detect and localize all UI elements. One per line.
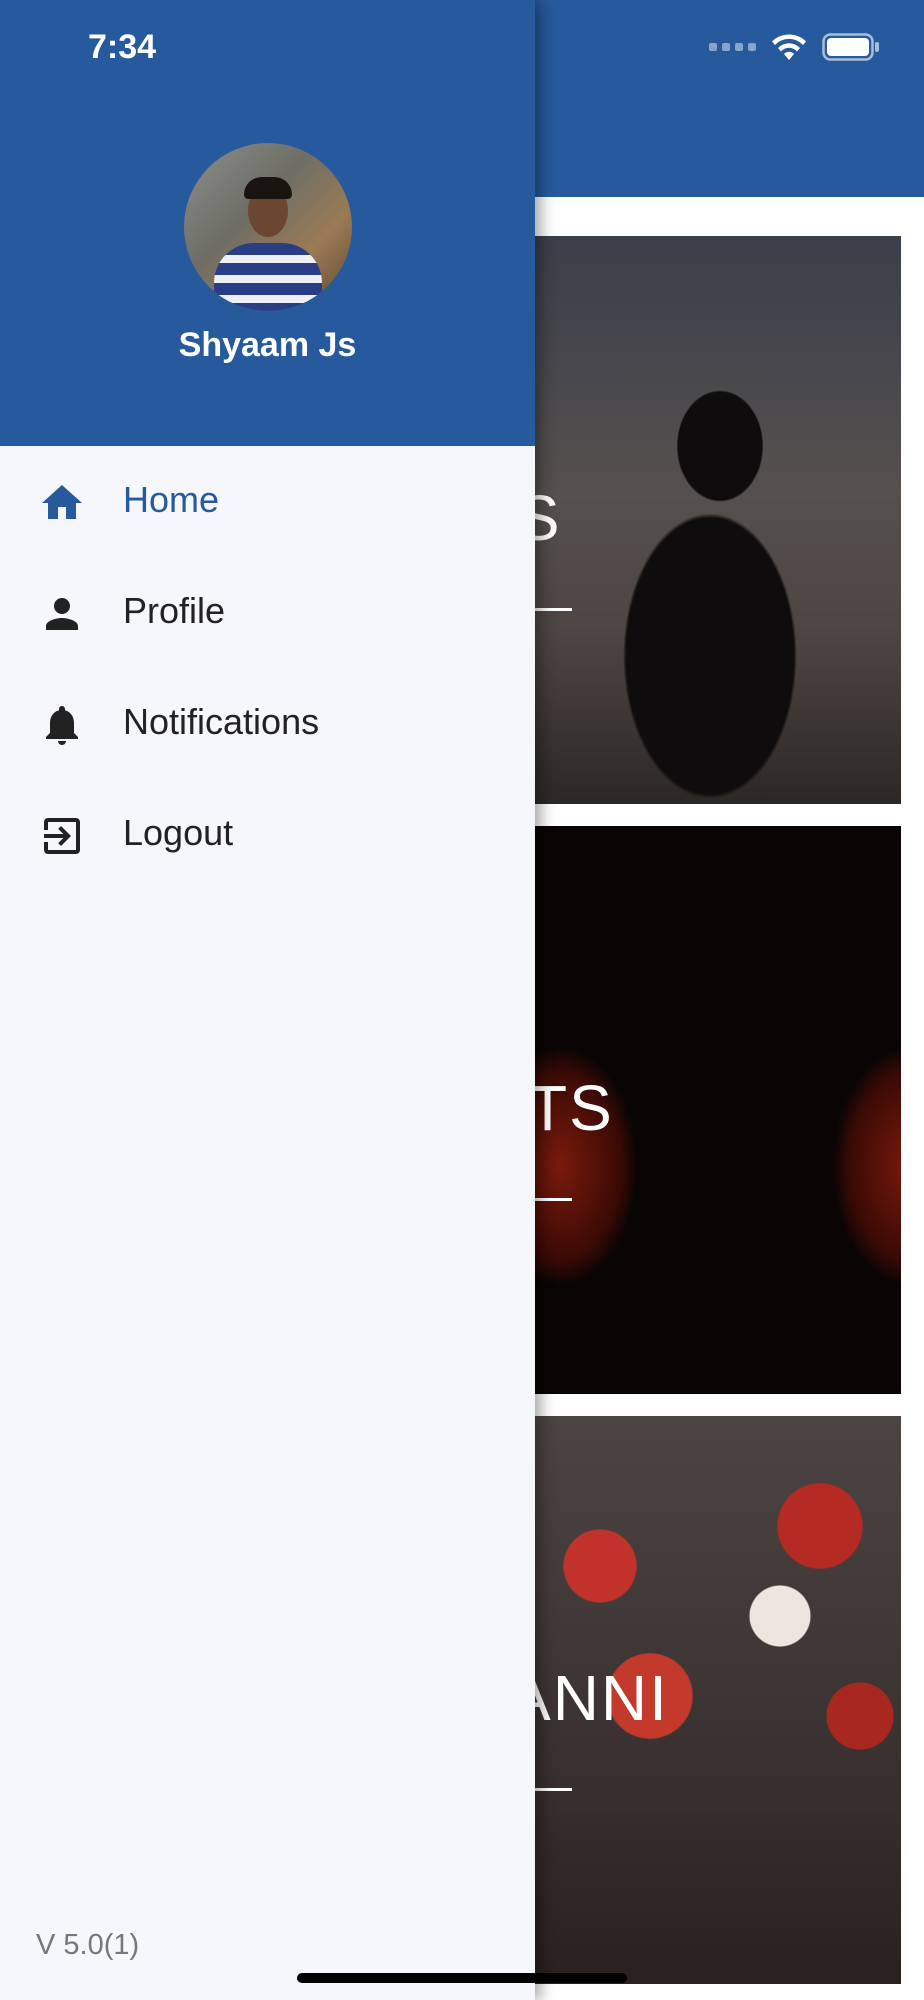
menu-item-label: Notifications (123, 701, 320, 742)
user-name: Shyaam Js (178, 326, 357, 364)
menu-item-notifications[interactable]: Notifications (0, 675, 535, 775)
menu-item-label: Profile (123, 590, 226, 631)
avatar[interactable] (184, 143, 352, 311)
bell-icon (46, 706, 78, 745)
home-indicator[interactable] (297, 1973, 627, 1983)
category-underline (530, 1198, 572, 1201)
app-version: V 5.0(1) (36, 1929, 140, 1961)
signal-icon (709, 43, 756, 51)
logout-icon (44, 818, 80, 854)
menu-item-label: Logout (123, 812, 234, 853)
category-title: ANNI (508, 1662, 669, 1734)
menu-item-logout[interactable]: Logout (0, 786, 535, 886)
menu-item-home[interactable]: Home (0, 453, 535, 553)
status-icons (709, 32, 880, 62)
menu-item-label: Home (123, 479, 220, 520)
person-icon (46, 598, 78, 630)
drawer-header: Shyaam Js (0, 0, 535, 446)
wifi-icon (772, 34, 806, 60)
menu-item-profile[interactable]: Profile (0, 564, 535, 664)
battery-icon (822, 33, 879, 61)
navigation-drawer: Shyaam Js Home Profile Notifications Log… (0, 0, 535, 2000)
home-icon (42, 485, 82, 519)
category-title: TS (528, 1072, 614, 1144)
category-underline (530, 608, 572, 611)
status-time: 7:34 (88, 28, 157, 66)
category-underline (530, 1788, 572, 1791)
